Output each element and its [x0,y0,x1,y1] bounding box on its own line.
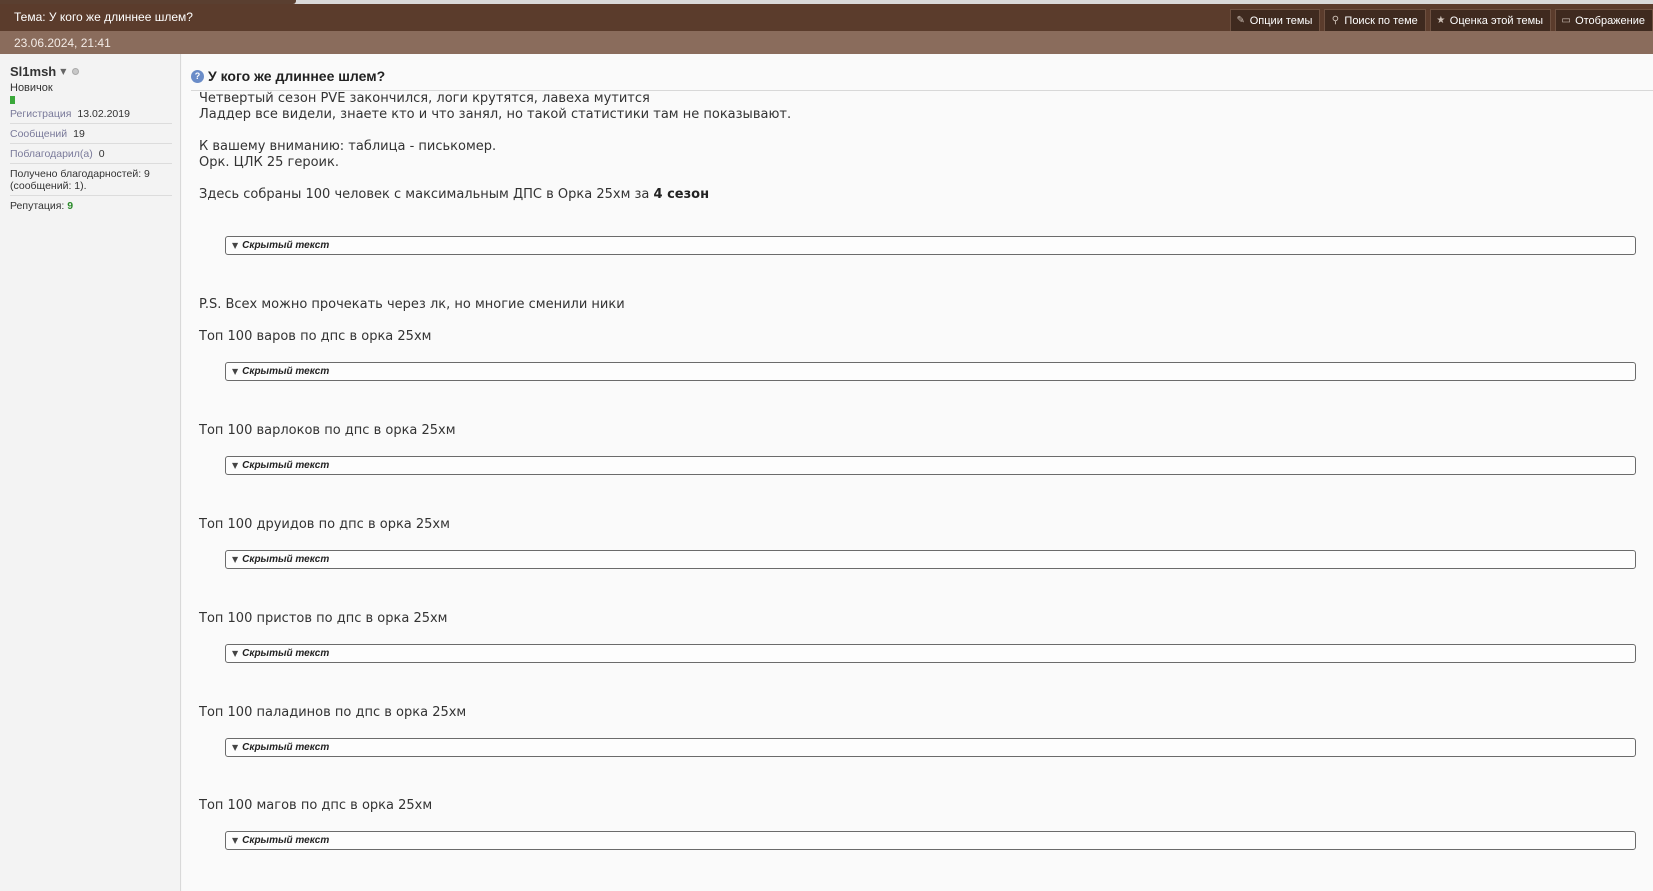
registration-row: Регистрация 13.02.2019 [10,104,172,124]
user-info-sidebar: Sl1msh ▼ Новичок Регистрация 13.02.2019 С… [0,54,181,891]
reputation-value: 9 [67,200,74,212]
reputation-label: Репутация: [10,200,65,212]
thanked-label[interactable]: Поблагодарил(а) [10,148,93,160]
spoiler-label: Скрытый текст [242,742,330,753]
spoiler-label: Скрытый текст [242,835,330,846]
reputation-bar-icon [10,96,15,104]
monitor-icon: ▭ [1561,15,1571,26]
spoiler-toggle[interactable]: ▼ Скрытый текст [225,550,1636,569]
chevron-down-icon: ▼ [232,241,239,250]
post-content: ? У кого же длиннее шлем? Четвертый сезо… [182,54,1653,891]
post-line: Топ 100 пристов по дпс в орка 25хм [199,611,448,626]
spoiler-toggle[interactable]: ▼ Скрытый текст [225,456,1636,475]
thread-toolbar: ✎ Опции темы ⚲ Поиск по теме ★ Оценка эт… [1229,9,1653,31]
spoiler-label: Скрытый текст [242,240,330,251]
thread-options-button[interactable]: ✎ Опции темы [1229,9,1321,31]
thanked-row: Поблагодарил(а) 0 [10,144,172,164]
search-icon: ⚲ [1331,15,1340,26]
post-line: Топ 100 варов по дпс в орка 25хм [199,329,432,344]
spoiler-toggle[interactable]: ▼ Скрытый текст [225,236,1636,255]
spoiler-label: Скрытый текст [242,366,330,377]
received-thanks-row: Получено благодарностей: 9 (сообщений: 1… [10,164,172,196]
thread-options-label: Опции темы [1249,14,1313,27]
display-mode-button[interactable]: ▭ Отображение [1555,9,1653,31]
user-menu-chevron-icon[interactable]: ▼ [60,67,66,76]
registration-value: 13.02.2019 [77,108,130,120]
wrench-icon: ✎ [1236,15,1245,26]
season-bold: 4 сезон [653,187,710,202]
post-line-season: Здесь собраны 100 человек с максимальным… [199,187,709,202]
post-line: Топ 100 друидов по дпс в орка 25хм [199,517,450,532]
chevron-down-icon: ▼ [232,836,239,845]
user-rank: Новичок [10,82,53,94]
post-date: 23.06.2024, 21:41 [14,36,111,50]
posts-value: 19 [73,128,85,140]
post-line: Орк. ЦЛК 25 героик. [199,155,339,170]
spoiler-toggle[interactable]: ▼ Скрытый текст [225,738,1636,757]
star-icon: ★ [1436,15,1446,26]
thread-title-bar: Тема: У кого же длиннее шлем? ✎ Опции те… [0,4,1653,31]
post-line: P.S. Всех можно прочекать через лк, но м… [199,297,625,312]
received-thanks: Получено благодарностей: 9 (сообщений: 1… [10,168,150,192]
post-line: Здесь собраны 100 человек с максимальным… [199,187,654,202]
chevron-down-icon: ▼ [232,367,239,376]
rate-thread-button[interactable]: ★ Оценка этой темы [1429,9,1552,31]
thread-title: Тема: У кого же длиннее шлем? [14,10,193,24]
thanked-value: 0 [98,148,105,160]
spoiler-toggle[interactable]: ▼ Скрытый текст [225,831,1636,850]
spoiler-label: Скрытый текст [242,460,330,471]
username-row: Sl1msh ▼ [10,64,180,79]
posts-label[interactable]: Сообщений [10,128,67,140]
spoiler-toggle[interactable]: ▼ Скрытый текст [225,362,1636,381]
chevron-down-icon: ▼ [232,743,239,752]
registration-label: Регистрация [10,108,72,120]
post-line: К вашему вниманию: таблица - писькомер. [199,139,497,154]
search-thread-label: Поиск по теме [1344,14,1418,27]
display-mode-label: Отображение [1575,14,1645,27]
question-icon: ? [191,69,204,83]
post-line: Топ 100 варлоков по дпс в орка 25хм [199,423,456,438]
username-link[interactable]: Sl1msh [10,64,56,79]
posts-row: Сообщений 19 [10,124,172,144]
search-thread-button[interactable]: ⚲ Поиск по теме [1324,9,1426,31]
rate-thread-label: Оценка этой темы [1449,14,1544,27]
spoiler-label: Скрытый текст [242,648,330,659]
offline-status-icon [72,68,80,75]
chevron-down-icon: ▼ [232,555,239,564]
chevron-down-icon: ▼ [232,461,239,470]
post-title-row: ? У кого же длиннее шлем? [191,68,385,84]
post-line: Четвертый сезон PVE закончился, логи кру… [199,91,650,106]
chevron-down-icon: ▼ [232,649,239,658]
spoiler-toggle[interactable]: ▼ Скрытый текст [225,644,1636,663]
post-line: Топ 100 магов по дпс в орка 25хм [199,798,433,813]
reputation-row: Репутация: 9 [10,196,172,215]
post-title: У кого же длиннее шлем? [208,68,386,84]
post-date-bar: 23.06.2024, 21:41 [0,31,1653,54]
post-line: Топ 100 паладинов по дпс в орка 25хм [199,705,467,720]
spoiler-label: Скрытый текст [242,554,330,565]
post-line: Ладдер все видели, знаете кто и что заня… [199,107,792,122]
